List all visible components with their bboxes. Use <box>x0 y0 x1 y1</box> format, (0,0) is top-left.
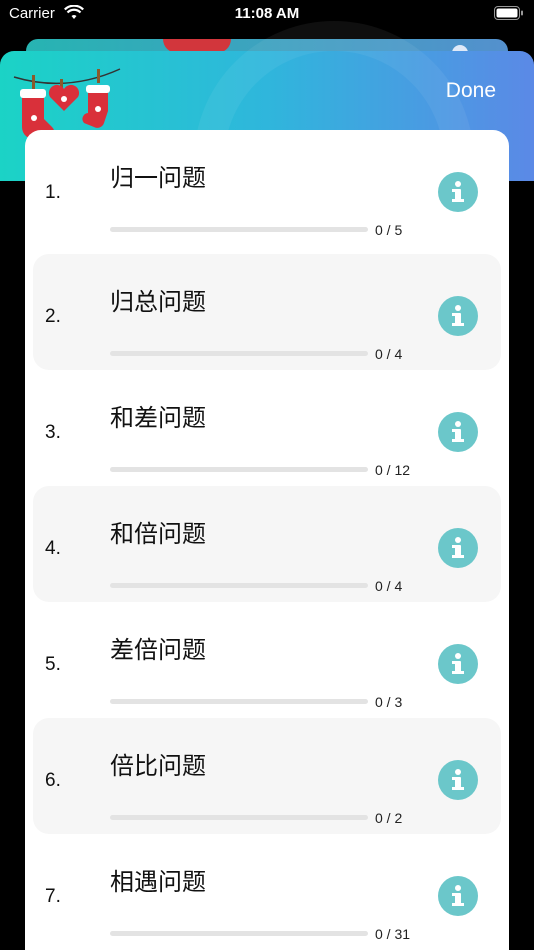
item-number: 6. <box>45 770 61 791</box>
item-number: 5. <box>45 654 61 675</box>
battery-icon <box>494 6 524 24</box>
progress-bar <box>110 699 368 704</box>
info-button[interactable] <box>438 412 478 452</box>
status-time: 11:08 AM <box>234 5 300 22</box>
topic-list: 1. 归一问题 0 / 5 2. 归总问题 0 / 4 3. 和差问题 0 / … <box>25 130 509 950</box>
progress-text: 0 / 5 <box>375 222 403 238</box>
item-title: 归一问题 <box>110 164 206 192</box>
progress-bar <box>110 931 368 936</box>
done-button[interactable]: Done <box>446 79 496 103</box>
progress-bar <box>110 227 368 232</box>
item-number: 2. <box>45 306 61 327</box>
item-number: 3. <box>45 422 61 443</box>
progress-text: 0 / 31 <box>375 926 411 942</box>
info-icon <box>452 421 464 442</box>
info-button[interactable] <box>438 528 478 568</box>
info-icon <box>452 769 464 790</box>
progress-text: 0 / 12 <box>375 462 411 478</box>
info-icon <box>452 305 464 326</box>
list-item[interactable]: 4. 和倍问题 0 / 4 <box>33 486 501 602</box>
status-bar: Carrier 11:08 AM <box>0 0 534 30</box>
item-number: 7. <box>45 886 61 907</box>
info-button[interactable] <box>438 172 478 212</box>
item-title: 和差问题 <box>110 404 206 432</box>
info-icon <box>452 885 464 906</box>
info-button[interactable] <box>438 876 478 916</box>
list-item[interactable]: 5. 差倍问题 0 / 3 <box>33 602 501 718</box>
info-icon <box>452 537 464 558</box>
info-button[interactable] <box>438 296 478 336</box>
info-button[interactable] <box>438 760 478 800</box>
item-number: 4. <box>45 538 61 559</box>
list-item[interactable]: 1. 归一问题 0 / 5 <box>33 130 501 246</box>
item-title: 和倍问题 <box>110 520 206 548</box>
progress-text: 0 / 2 <box>375 810 403 826</box>
item-title: 相遇问题 <box>110 868 206 896</box>
progress-bar <box>110 351 368 356</box>
list-item[interactable]: 6. 倍比问题 0 / 2 <box>33 718 501 834</box>
info-icon <box>452 653 464 674</box>
item-title: 差倍问题 <box>110 636 206 664</box>
list-item[interactable]: 3. 和差问题 0 / 12 <box>33 370 501 486</box>
info-icon <box>452 181 464 202</box>
progress-text: 0 / 4 <box>375 346 403 362</box>
list-item[interactable]: 2. 归总问题 0 / 4 <box>33 254 501 370</box>
item-number: 1. <box>45 182 61 203</box>
item-title: 倍比问题 <box>110 752 206 780</box>
item-title: 归总问题 <box>110 288 206 316</box>
progress-bar <box>110 815 368 820</box>
progress-text: 0 / 4 <box>375 578 403 594</box>
list-item[interactable]: 7. 相遇问题 0 / 31 <box>33 834 501 950</box>
info-button[interactable] <box>438 644 478 684</box>
progress-bar <box>110 467 368 472</box>
progress-bar <box>110 583 368 588</box>
progress-text: 0 / 3 <box>375 694 403 710</box>
